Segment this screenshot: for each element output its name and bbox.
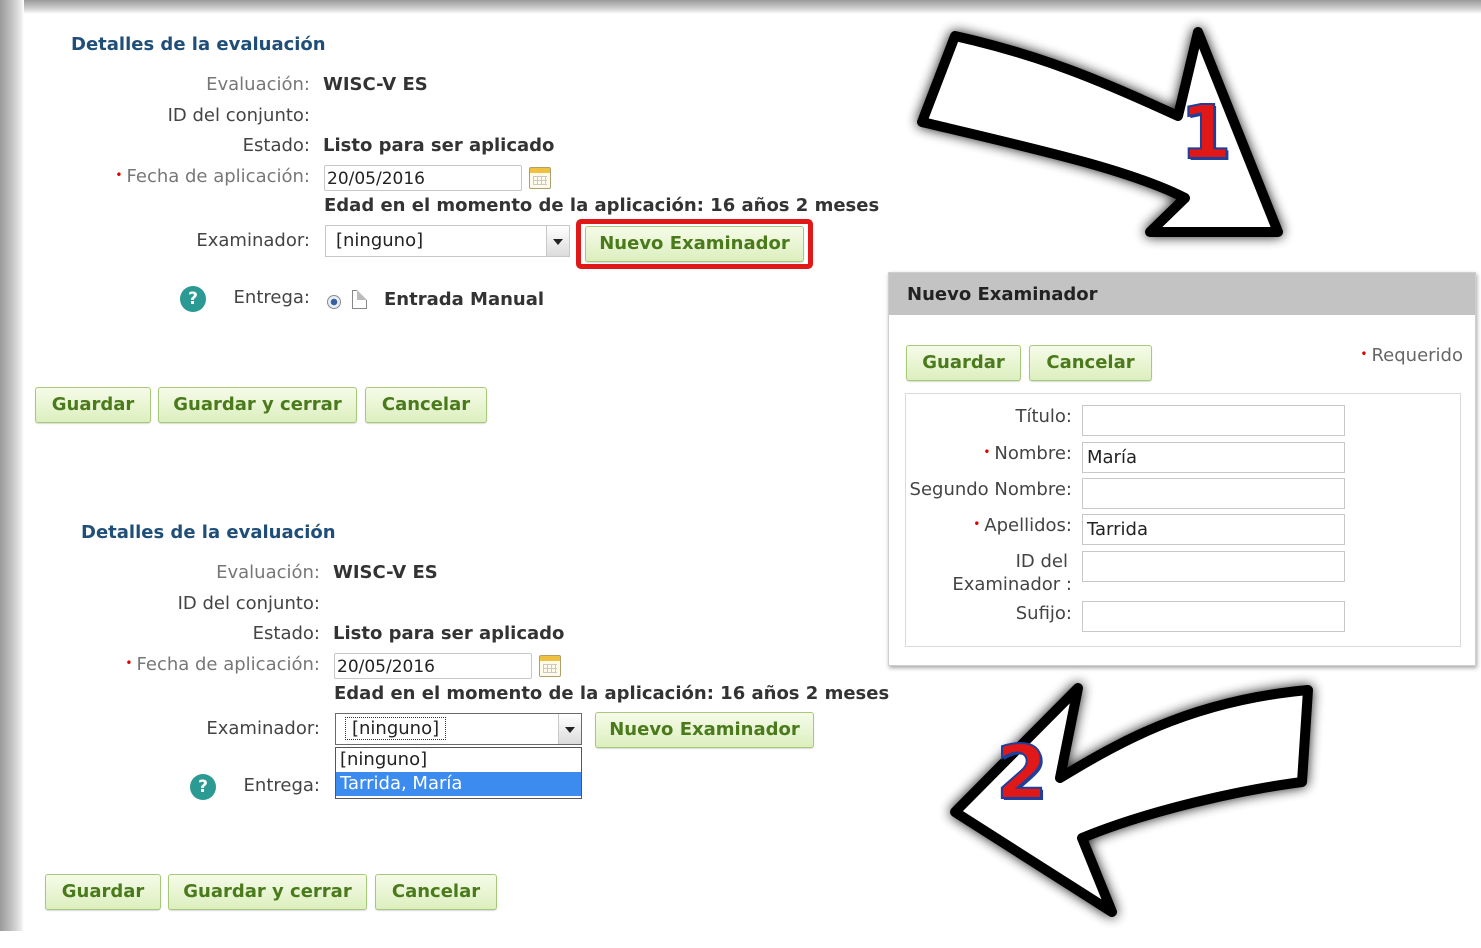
curved-arrow-icon [917,27,1313,917]
step-1-number: 1 [1179,90,1232,176]
step-2-number: 2 [995,730,1048,816]
